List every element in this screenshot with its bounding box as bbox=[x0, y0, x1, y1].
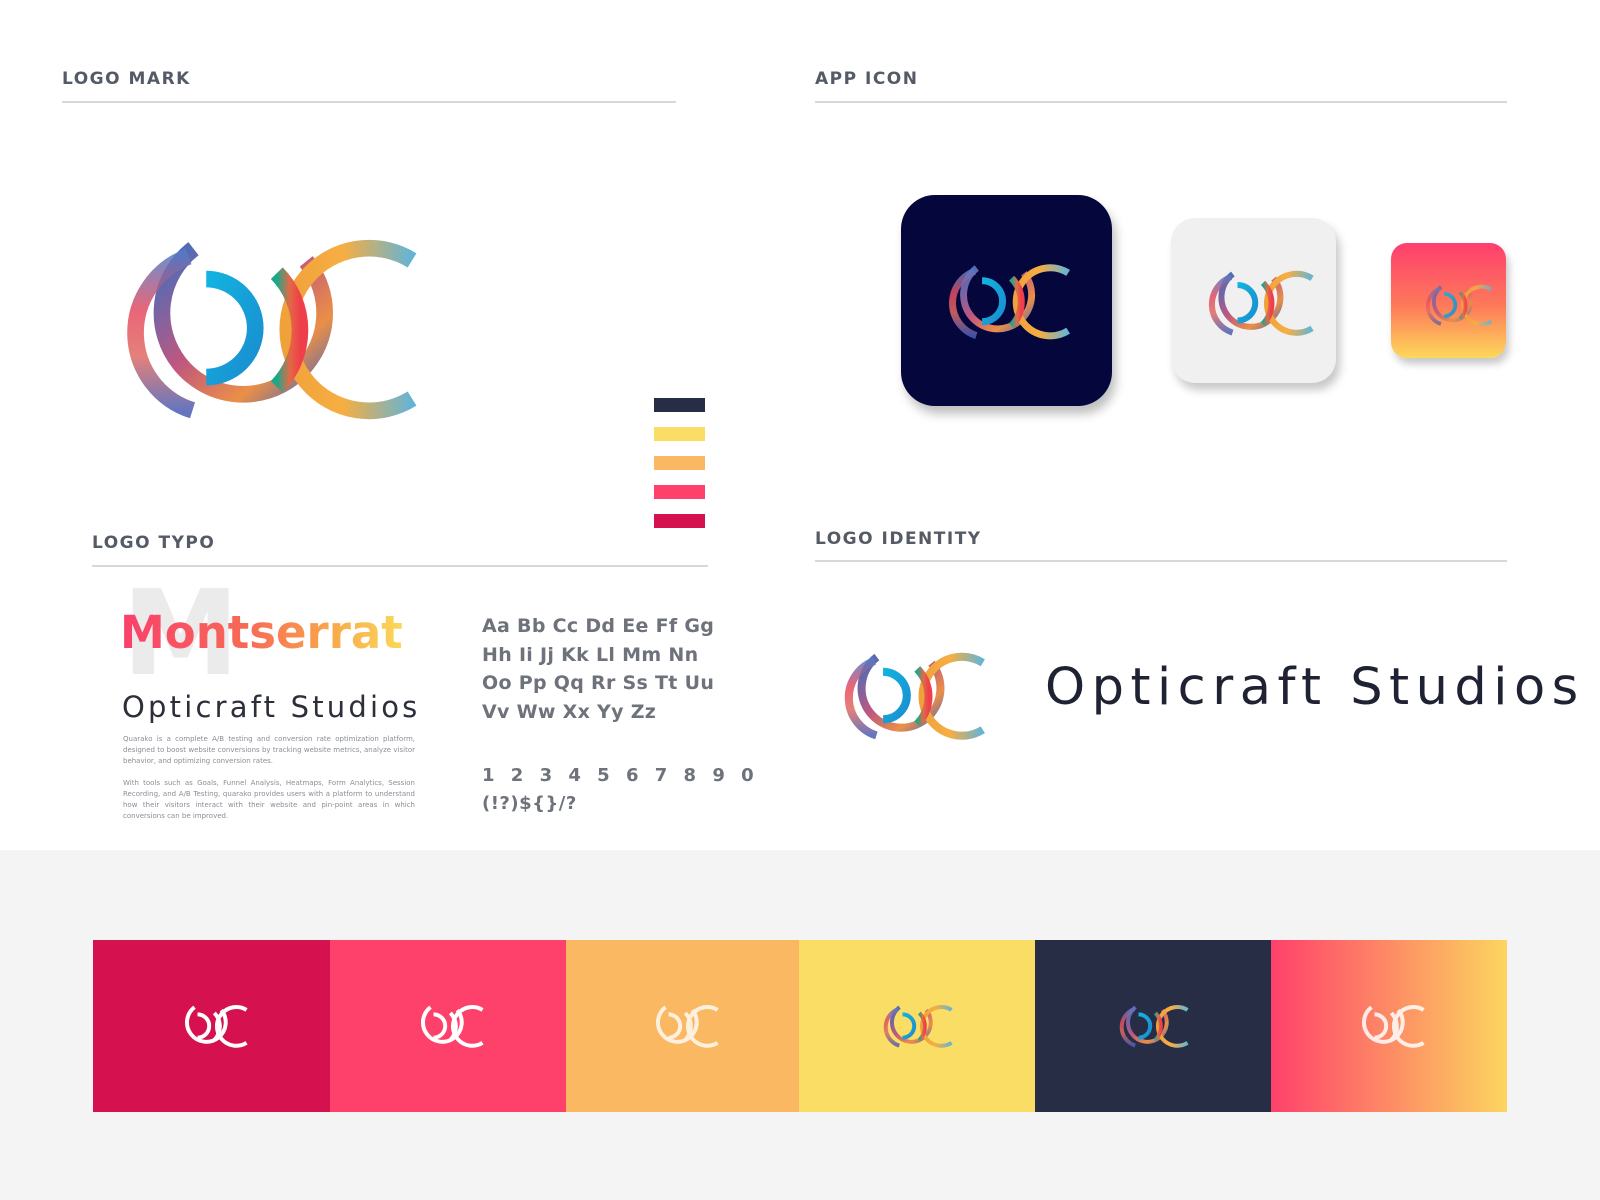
swatch-yellow bbox=[654, 427, 705, 441]
palette-tile-orange bbox=[566, 940, 799, 1112]
typo-paragraph-2: With tools such as Goals, Funnel Analysi… bbox=[123, 779, 415, 820]
alphabet-line: Aa Bb Cc Dd Ee Ff Gg bbox=[482, 615, 715, 637]
logo-typo-heading: LOGO TYPO bbox=[92, 533, 216, 553]
logo-identity-divider bbox=[815, 560, 1507, 562]
numbers-specimen: 1 2 3 4 5 6 7 8 9 0 bbox=[482, 765, 759, 786]
app-icon-medium bbox=[1171, 218, 1336, 383]
palette-tile-gradient bbox=[1271, 940, 1507, 1112]
logo-typo-divider bbox=[92, 565, 708, 567]
alphabet-line: Vv Ww Xx Yy Zz bbox=[482, 700, 657, 723]
logo-mark-icon bbox=[120, 232, 414, 428]
swatch-navy bbox=[654, 398, 705, 412]
app-icon-large-logo bbox=[946, 261, 1069, 343]
swatch-orange bbox=[654, 456, 705, 470]
palette-tile-navy bbox=[1035, 940, 1271, 1112]
typeface-name: Montserrat bbox=[120, 606, 403, 659]
palette-logo-white bbox=[1362, 1005, 1426, 1048]
palette-tile-yellow bbox=[799, 940, 1035, 1112]
app-icon-heading: APP ICON bbox=[815, 69, 919, 89]
palette-logo-white bbox=[655, 1005, 720, 1048]
alphabet-line: Oo Pp Qq Rr Ss Tt Uu bbox=[482, 672, 715, 694]
logo-mark-heading: LOGO MARK bbox=[62, 69, 191, 89]
alphabet-line: Hh Ii Jj Kk Ll Mm Nn bbox=[482, 643, 699, 666]
palette-logo-gradient bbox=[1119, 1005, 1190, 1048]
typo-brand-name: Opticraft Studios bbox=[122, 690, 421, 724]
app-icon-divider bbox=[815, 101, 1507, 103]
palette-tile-pink bbox=[330, 940, 566, 1112]
swatch-pink bbox=[654, 485, 705, 499]
identity-brand-name: Opticraft Studios bbox=[1045, 658, 1585, 717]
identity-logo-icon bbox=[841, 649, 984, 744]
app-icon-large bbox=[901, 195, 1112, 406]
swatch-crimson bbox=[654, 514, 705, 528]
symbols-specimen: (!?)${}/? bbox=[482, 793, 577, 814]
palette-logo-white bbox=[421, 1005, 485, 1048]
logo-identity-heading: LOGO IDENTITY bbox=[815, 529, 982, 549]
app-icon-medium-logo bbox=[1206, 268, 1313, 339]
alphabet-specimen: Aa Bb Cc Dd Ee Ff Gg Hh Ii Jj Kk Ll Mm N… bbox=[482, 612, 714, 726]
palette-logo-gradient bbox=[883, 1005, 954, 1048]
palette-tile-crimson bbox=[93, 940, 330, 1112]
palette-logo-white bbox=[184, 1005, 249, 1048]
app-icon-small-logo bbox=[1425, 284, 1494, 326]
logo-mark-divider bbox=[62, 101, 676, 103]
typo-paragraph-1: Quarako is a complete A/B testing and co… bbox=[123, 735, 415, 765]
app-icon-small bbox=[1391, 243, 1506, 358]
